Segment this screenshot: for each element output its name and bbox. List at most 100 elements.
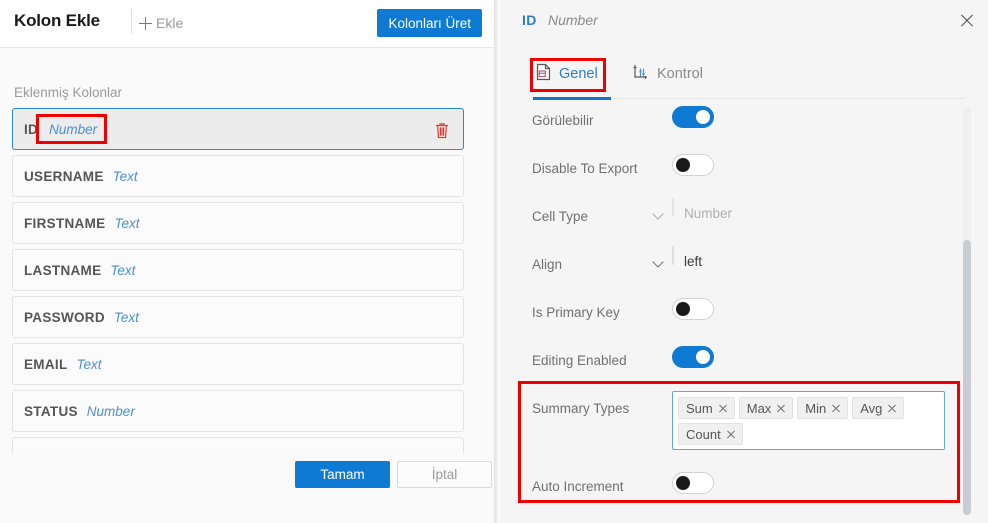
list-item[interactable]: PASSWORD Text xyxy=(12,296,464,338)
column-type: Text xyxy=(110,263,135,278)
tagbox-summary-types[interactable]: Sum Max Min Avg xyxy=(672,391,945,450)
tab-genel-label: Genel xyxy=(559,66,598,82)
tag-input-box[interactable]: Sum Max Min Avg xyxy=(672,391,945,450)
toggle-is-primary-key[interactable] xyxy=(672,298,714,320)
selected-column-name: ID xyxy=(522,12,537,28)
trash-icon[interactable] xyxy=(434,121,450,139)
list-item[interactable]: ID Number xyxy=(12,108,464,150)
add-column-panel: Kolon Ekle Ekle Kolonları Üret Eklenmiş … xyxy=(0,0,494,523)
list-item[interactable]: USERNAME Text xyxy=(12,155,464,197)
tag-chip[interactable]: Count xyxy=(678,423,743,445)
toggle-track[interactable] xyxy=(672,154,714,176)
column-name: LASTNAME xyxy=(24,263,101,278)
header-divider xyxy=(131,9,132,34)
tag-label: Count xyxy=(686,427,721,442)
field-row-summary-types: Summary Types Sum Max Min xyxy=(500,388,960,460)
properties-form: Görülebilir Disable To Export Cell Type … xyxy=(500,100,988,523)
added-columns-label: Eklenmiş Kolonlar xyxy=(14,85,122,100)
column-name: PASSWORD xyxy=(24,310,105,325)
tag-chip[interactable]: Min xyxy=(797,397,848,419)
toggle-track[interactable] xyxy=(672,298,714,320)
field-label-visible: Görülebilir xyxy=(532,113,594,128)
field-row-auto-increment: Auto Increment xyxy=(500,466,960,514)
field-row-cell-type: Cell Type Number xyxy=(500,196,960,244)
page-title: Kolon Ekle xyxy=(14,11,100,31)
add-column-button[interactable]: Ekle xyxy=(138,10,183,36)
close-icon[interactable] xyxy=(956,10,978,32)
scrollbar-thumb[interactable] xyxy=(963,240,971,515)
list-item[interactable]: EMAIL Text xyxy=(12,343,464,385)
field-label-auto-increment: Auto Increment xyxy=(532,479,624,494)
document-icon xyxy=(535,63,552,86)
tag-label: Sum xyxy=(686,401,713,416)
control-tool-icon xyxy=(632,63,650,86)
list-item[interactable] xyxy=(12,437,464,453)
tag-chip[interactable]: Max xyxy=(739,397,794,419)
column-name: FIRSTNAME xyxy=(24,216,105,231)
field-row-is-primary-key: Is Primary Key xyxy=(500,292,960,340)
remove-tag-icon[interactable] xyxy=(887,403,897,413)
properties-scrollbar[interactable] xyxy=(963,107,971,515)
select-value: left xyxy=(684,254,702,269)
list-item[interactable]: LASTNAME Text xyxy=(12,249,464,291)
field-label-is-primary-key: Is Primary Key xyxy=(532,305,620,320)
toggle-disable-to-export[interactable] xyxy=(672,154,714,176)
remove-tag-icon[interactable] xyxy=(718,403,728,413)
select-value: Number xyxy=(684,206,732,221)
tab-kontrol-label: Kontrol xyxy=(657,66,703,82)
list-item[interactable]: STATUS Number xyxy=(12,390,464,432)
column-name: ID xyxy=(24,122,38,137)
tag-chip[interactable]: Sum xyxy=(678,397,735,419)
field-row-disable-to-export: Disable To Export xyxy=(500,148,960,196)
cancel-button[interactable]: İptal xyxy=(397,461,492,488)
toggle-editing-enabled[interactable] xyxy=(672,346,714,368)
toggle-visible[interactable] xyxy=(672,106,714,128)
remove-tag-icon[interactable] xyxy=(726,429,736,439)
column-type: Text xyxy=(113,169,138,184)
column-name: EMAIL xyxy=(24,357,68,372)
toggle-track[interactable] xyxy=(672,106,714,128)
toggle-auto-increment[interactable] xyxy=(672,472,714,494)
list-item[interactable]: FIRSTNAME Text xyxy=(12,202,464,244)
tag-label: Max xyxy=(747,401,772,416)
remove-tag-icon[interactable] xyxy=(776,403,786,413)
generate-columns-button[interactable]: Kolonları Üret xyxy=(377,9,482,37)
toggle-track[interactable] xyxy=(672,472,714,494)
column-type: Text xyxy=(114,216,139,231)
field-label-align: Align xyxy=(532,257,562,272)
toggle-knob xyxy=(696,110,710,124)
column-name: USERNAME xyxy=(24,169,104,184)
field-row-align: Align left xyxy=(500,244,960,292)
column-type: Text xyxy=(77,357,102,372)
tag-label: Min xyxy=(805,401,826,416)
left-panel-footer: Tamam İptal xyxy=(0,455,494,523)
select-align[interactable]: left xyxy=(672,247,674,265)
remove-tag-icon[interactable] xyxy=(831,403,841,413)
column-type: Text xyxy=(114,310,139,325)
column-list: ID Number USERNAME Text FIRSTNAME Text L… xyxy=(12,108,464,453)
field-label-disable-to-export: Disable To Export xyxy=(532,161,638,176)
ok-button[interactable]: Tamam xyxy=(295,461,390,488)
field-row-visible: Görülebilir xyxy=(500,100,960,148)
tab-genel[interactable]: Genel xyxy=(535,57,598,91)
tag-chip[interactable]: Avg xyxy=(852,397,904,419)
toggle-track[interactable] xyxy=(672,346,714,368)
field-label-editing-enabled: Editing Enabled xyxy=(532,353,627,368)
toggle-knob xyxy=(676,302,690,316)
chevron-down-icon xyxy=(652,256,663,267)
app-root: Kolon Ekle Ekle Kolonları Üret Eklenmiş … xyxy=(0,0,988,523)
tab-kontrol[interactable]: Kontrol xyxy=(632,57,703,91)
field-label-cell-type: Cell Type xyxy=(532,209,588,224)
column-name: STATUS xyxy=(24,404,78,419)
left-panel-header: Kolon Ekle Ekle Kolonları Üret xyxy=(0,0,494,48)
toggle-knob xyxy=(696,350,710,364)
add-column-label: Ekle xyxy=(156,15,183,31)
column-type: Number xyxy=(87,404,135,419)
properties-header: ID Number xyxy=(500,0,988,44)
select-box[interactable]: left xyxy=(672,246,674,265)
toggle-knob xyxy=(676,476,690,490)
column-properties-panel: ID Number Genel xyxy=(500,0,988,523)
chevron-down-icon xyxy=(652,208,663,219)
field-row-editing-enabled: Editing Enabled xyxy=(500,340,960,388)
properties-tabs: Genel Kontrol xyxy=(500,55,988,99)
